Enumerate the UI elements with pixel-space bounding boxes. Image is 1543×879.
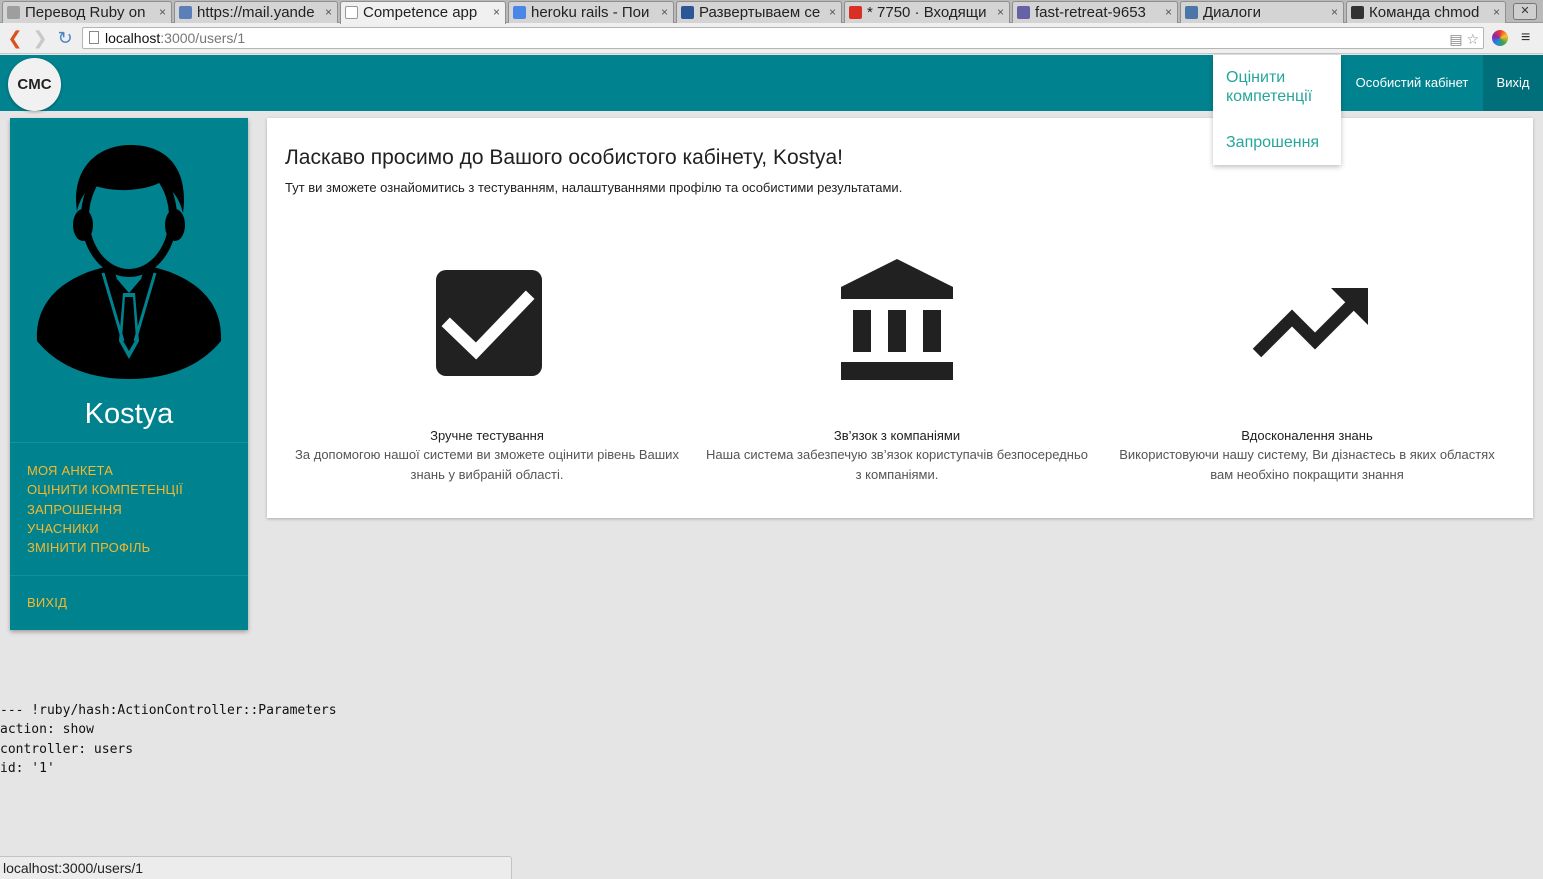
page-icon <box>89 31 99 44</box>
habr-favicon-icon <box>681 6 694 19</box>
feature-description: Наша система забезпечую зв’язок користуп… <box>694 445 1100 485</box>
check-box-icon <box>436 270 542 376</box>
tab-close-icon[interactable]: × <box>493 2 500 23</box>
tab-title: Диалоги <box>1203 4 1261 21</box>
feature-description: Використовуючи нашу систему, Ви дізнаєте… <box>1104 445 1510 485</box>
heroku-favicon-icon <box>1017 6 1030 19</box>
browser-tab[interactable]: fast-retreat-9653 × <box>1012 1 1178 23</box>
sidebar-divider <box>10 442 248 443</box>
feature-title: Зручне тестування <box>430 428 544 443</box>
sidebar-divider <box>10 575 248 576</box>
feature-title: Зв’язок з компаніями <box>833 428 961 443</box>
linux-favicon-icon <box>1351 6 1364 19</box>
sidebar-item-invitations[interactable]: ЗАПРОШЕННЯ <box>27 502 122 518</box>
browser-tab[interactable]: Диалоги × <box>1180 1 1344 23</box>
tab-title: Перевод Ruby on <box>25 4 146 21</box>
debug-line: controller: users <box>0 741 134 757</box>
tab-title: fast-retreat-9653 <box>1035 4 1146 21</box>
feature-title: Вдосконалення знань <box>1241 428 1373 443</box>
browser-tab[interactable]: Развертываем се × <box>676 1 842 23</box>
back-arrow-icon[interactable]: ❮ <box>5 28 25 48</box>
url-host: localhost <box>105 30 161 46</box>
browser-tab[interactable]: https://mail.yande × <box>174 1 338 23</box>
tab-title: Competence app <box>363 4 478 21</box>
tab-title: Развертываем се <box>699 4 821 21</box>
address-bar[interactable]: localhost:3000/users/1 ▤ ☆ <box>82 27 1484 49</box>
forward-arrow-icon[interactable]: ❯ <box>30 28 50 48</box>
debug-line: action: show <box>0 722 94 738</box>
status-bar-url: localhost:3000/users/1 <box>0 856 512 879</box>
logo[interactable]: CMC <box>8 58 61 111</box>
browser-toolbar: ❮ ❯ ↻ localhost:3000/users/1 ▤ ☆ ≡ <box>0 23 1543 54</box>
nav-cabinet-link[interactable]: Особистий кабінет <box>1341 55 1483 111</box>
color-extension-icon[interactable] <box>1492 30 1508 46</box>
reload-icon[interactable]: ↻ <box>55 28 75 48</box>
browser-menu-icon[interactable]: ≡ <box>1521 30 1530 46</box>
browser-tab[interactable]: * 7750 · Входящи × <box>844 1 1010 23</box>
browser-tab[interactable]: heroku rails - Пои × <box>508 1 674 23</box>
user-avatar-icon <box>36 145 222 379</box>
chat-favicon-icon <box>1185 6 1198 19</box>
feature-description-line: Наша система забезпечую зв’язок користуп… <box>706 447 1088 462</box>
mail-favicon-icon <box>179 6 192 19</box>
page-favicon-icon <box>345 6 358 19</box>
welcome-card: Ласкаво просимо до Вашого особистого каб… <box>267 118 1533 518</box>
user-name: Kostya <box>84 398 174 430</box>
tab-title: https://mail.yande <box>197 4 315 21</box>
tab-close-icon[interactable]: × <box>1331 2 1338 23</box>
window-close-icon[interactable]: ✕ <box>1513 3 1537 20</box>
sidebar-item-my-profile[interactable]: МОЯ АНКЕТА <box>27 463 113 479</box>
mail-favicon-icon <box>849 6 862 19</box>
sidebar-item-edit-profile[interactable]: ЗМІНИТИ ПРОФІЛЬ <box>27 540 150 556</box>
tab-close-icon[interactable]: × <box>829 2 836 23</box>
page-favicon-icon <box>7 6 20 19</box>
browser-tab-active[interactable]: Competence app × <box>340 1 506 24</box>
feature-description-line: знань у вибраній області. <box>410 467 564 482</box>
feature-description-line: з компаніями. <box>855 467 939 482</box>
sidebar: Kostya МОЯ АНКЕТА ОЦІНИТИ КОМПЕТЕНЦІЇ ЗА… <box>10 118 248 630</box>
tab-close-icon[interactable]: × <box>159 2 166 23</box>
debug-params: --- !ruby/hash:ActionController::Paramet… <box>0 701 337 778</box>
sidebar-item-logout[interactable]: ВИХІД <box>27 595 67 611</box>
tab-close-icon[interactable]: × <box>1493 2 1500 23</box>
bank-icon <box>841 259 953 380</box>
sidebar-item-assess[interactable]: ОЦІНИТИ КОМПЕТЕНЦІЇ <box>27 482 183 498</box>
nav-exit-link[interactable]: Вихід <box>1483 55 1543 111</box>
page-subtitle: Тут ви зможете ознайомитись з тестування… <box>285 180 903 195</box>
browser-tab[interactable]: Перевод Ruby on × <box>2 1 172 23</box>
tab-title: heroku rails - Пои <box>531 4 650 21</box>
dropdown-menu: Оцінити компетенції Запрошення <box>1213 55 1341 165</box>
browser-tab[interactable]: Команда chmod × <box>1346 1 1506 23</box>
feature-description: За допомогою нашої системи ви зможете оц… <box>284 445 690 485</box>
dropdown-item-assess[interactable]: Оцінити компетенції <box>1226 68 1326 106</box>
browser-tab-strip: Перевод Ruby on × https://mail.yande × C… <box>0 0 1543 24</box>
tab-close-icon[interactable]: × <box>325 2 332 23</box>
page-title: Ласкаво просимо до Вашого особистого каб… <box>285 146 844 169</box>
tab-close-icon[interactable]: × <box>997 2 1004 23</box>
trending-up-icon <box>1252 288 1368 358</box>
tab-close-icon[interactable]: × <box>661 2 668 23</box>
dropdown-item-invitations[interactable]: Запрошення <box>1226 133 1319 152</box>
bookmark-star-icon[interactable]: ▤ ☆ <box>1449 29 1479 49</box>
debug-line: id: '1' <box>0 760 55 776</box>
debug-line: --- !ruby/hash:ActionController::Paramet… <box>0 703 337 718</box>
feature-description-line: За допомогою нашої системи ви зможете оц… <box>295 447 679 462</box>
url-path: :3000/users/1 <box>160 30 246 46</box>
tab-close-icon[interactable]: × <box>1165 2 1172 23</box>
tab-title: Команда chmod <box>1369 4 1480 21</box>
feature-description-line: вам необхіно покращити знання <box>1210 467 1404 482</box>
sidebar-item-members[interactable]: УЧАСНИКИ <box>27 521 99 537</box>
google-favicon-icon <box>513 6 526 19</box>
feature-description-line: Використовуючи нашу систему, Ви дізнаєте… <box>1119 447 1495 462</box>
tab-title: * 7750 · Входящи <box>867 4 987 21</box>
